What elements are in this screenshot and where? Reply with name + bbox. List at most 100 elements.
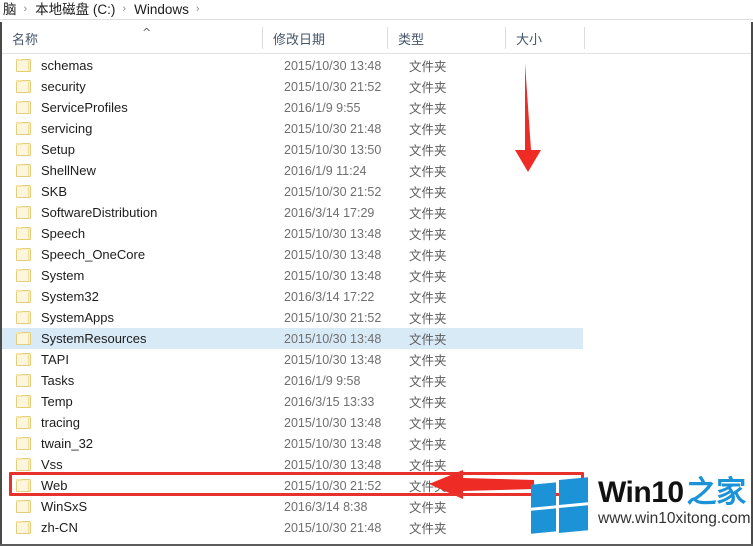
folder-icon <box>16 479 31 492</box>
table-row[interactable]: System 2015/10/30 13:48 文件夹 <box>2 265 583 286</box>
column-header-name[interactable]: 名称 <box>2 22 262 54</box>
file-name-cell[interactable]: tracing <box>41 415 275 430</box>
folder-icon <box>16 80 31 93</box>
file-name-cell[interactable]: Tasks <box>41 373 275 388</box>
table-row[interactable]: security 2015/10/30 21:52 文件夹 <box>2 76 583 97</box>
file-name-cell[interactable]: Vss <box>41 457 275 472</box>
watermark-url: www.win10xitong.com <box>598 510 751 527</box>
file-date-cell: 2015/10/30 21:52 <box>284 79 382 94</box>
windows-logo-icon <box>531 477 588 534</box>
column-header-date-modified[interactable]: 修改日期 <box>263 22 387 54</box>
file-date-cell: 2015/10/30 13:48 <box>284 436 382 451</box>
folder-icon <box>16 143 31 156</box>
breadcrumb-item-windows[interactable]: Windows <box>133 0 190 19</box>
folder-icon <box>16 374 31 387</box>
column-header-row: 名称 ^ 修改日期 类型 大小 <box>2 22 751 54</box>
file-name-cell[interactable]: twain_32 <box>41 436 275 451</box>
column-header-type[interactable]: 类型 <box>388 22 505 54</box>
breadcrumb-item-local-disk-c[interactable]: 本地磁盘 (C:) <box>34 0 116 19</box>
file-name-cell[interactable]: Web <box>41 478 275 493</box>
folder-icon <box>16 248 31 261</box>
file-type-cell: 文件夹 <box>409 186 447 200</box>
file-date-cell: 2015/10/30 13:48 <box>284 247 382 262</box>
file-name-cell[interactable]: security <box>41 79 275 94</box>
file-date-cell: 2016/3/14 17:29 <box>284 205 375 220</box>
folder-icon <box>16 332 31 345</box>
table-row[interactable]: schemas 2015/10/30 13:48 文件夹 <box>2 55 583 76</box>
table-row[interactable]: TAPI 2015/10/30 13:48 文件夹 <box>2 349 583 370</box>
file-date-cell: 2016/3/14 8:38 <box>284 499 368 514</box>
file-type-cell: 文件夹 <box>409 123 447 137</box>
file-type-cell: 文件夹 <box>409 102 447 116</box>
table-row[interactable]: tracing 2015/10/30 13:48 文件夹 <box>2 412 583 433</box>
file-name-cell[interactable]: Temp <box>41 394 275 409</box>
sort-ascending-icon: ^ <box>142 26 152 39</box>
file-name-cell[interactable]: SystemResources <box>41 331 275 346</box>
table-row[interactable]: Vss 2015/10/30 13:48 文件夹 <box>2 454 583 475</box>
breadcrumb[interactable]: 脑 › 本地磁盘 (C:) › Windows › <box>0 0 753 19</box>
breadcrumb-chevron-icon[interactable]: › <box>18 0 35 19</box>
file-name-cell[interactable]: SoftwareDistribution <box>41 205 275 220</box>
file-date-cell: 2015/10/30 21:48 <box>284 520 382 535</box>
file-date-cell: 2015/10/30 13:48 <box>284 457 382 472</box>
watermark-text: Win10 之家 www.win10xitong.com <box>598 476 750 529</box>
folder-icon <box>16 416 31 429</box>
file-name-cell[interactable]: SKB <box>41 184 275 199</box>
file-type-cell: 文件夹 <box>409 312 447 326</box>
file-type-cell: 文件夹 <box>409 438 447 452</box>
table-row[interactable]: WinSxS 2016/3/14 8:38 文件夹 <box>2 496 583 517</box>
table-row[interactable]: Temp 2016/3/15 13:33 文件夹 <box>2 391 583 412</box>
file-type-cell: 文件夹 <box>409 375 447 389</box>
file-list[interactable]: schemas 2015/10/30 13:48 文件夹 security 2015/1… <box>2 55 751 544</box>
file-date-cell: 2016/1/9 9:58 <box>284 373 361 388</box>
file-name-cell[interactable]: zh-CN <box>41 520 275 535</box>
table-row[interactable]: Tasks 2016/1/9 9:58 文件夹 <box>2 370 583 391</box>
table-row[interactable]: zh-CN 2015/10/30 21:48 文件夹 <box>2 517 583 538</box>
file-type-cell: 文件夹 <box>409 459 447 473</box>
folder-icon <box>16 185 31 198</box>
file-type-cell: 文件夹 <box>409 354 447 368</box>
table-row[interactable]: twain_32 2015/10/30 13:48 文件夹 <box>2 433 583 454</box>
file-name-cell[interactable]: servicing <box>41 121 275 136</box>
file-name-cell[interactable]: TAPI <box>41 352 275 367</box>
table-row[interactable]: Speech 2015/10/30 13:48 文件夹 <box>2 223 583 244</box>
column-header-size[interactable]: 大小 <box>506 22 584 54</box>
table-row[interactable]: Setup 2015/10/30 13:50 文件夹 <box>2 139 583 160</box>
table-row[interactable]: SKB 2015/10/30 21:52 文件夹 <box>2 181 583 202</box>
table-row[interactable]: System32 2016/3/14 17:22 文件夹 <box>2 286 583 307</box>
table-row[interactable]: ServiceProfiles 2016/1/9 9:55 文件夹 <box>2 97 583 118</box>
file-type-cell: 文件夹 <box>409 480 447 494</box>
table-row[interactable]: SystemResources 2015/10/30 13:48 文件夹 <box>2 328 583 349</box>
table-row[interactable]: Web 2015/10/30 21:52 文件夹 <box>2 475 583 496</box>
table-row[interactable]: Speech_OneCore 2015/10/30 13:48 文件夹 <box>2 244 583 265</box>
file-name-cell[interactable]: Speech <box>41 226 275 241</box>
file-date-cell: 2015/10/30 13:48 <box>284 415 382 430</box>
folder-icon <box>16 500 31 513</box>
file-date-cell: 2016/3/14 17:22 <box>284 289 375 304</box>
file-name-cell[interactable]: schemas <box>41 58 275 73</box>
column-divider[interactable] <box>584 27 585 49</box>
file-name-cell[interactable]: WinSxS <box>41 499 275 514</box>
file-type-cell: 文件夹 <box>409 81 447 95</box>
folder-icon <box>16 395 31 408</box>
table-row[interactable]: SoftwareDistribution 2016/3/14 17:29 文件夹 <box>2 202 583 223</box>
breadcrumb-divider <box>0 19 753 20</box>
file-date-cell: 2016/1/9 9:55 <box>284 100 361 115</box>
table-row[interactable]: ShellNew 2016/1/9 11:24 文件夹 <box>2 160 583 181</box>
breadcrumb-item-this-pc[interactable]: 脑 <box>2 0 18 19</box>
breadcrumb-chevron-icon[interactable]: › <box>116 0 133 19</box>
file-name-cell[interactable]: Setup <box>41 142 275 157</box>
file-name-cell[interactable]: ServiceProfiles <box>41 100 275 115</box>
file-name-cell[interactable]: ShellNew <box>41 163 275 178</box>
table-row[interactable]: SystemApps 2015/10/30 21:52 文件夹 <box>2 307 583 328</box>
file-date-cell: 2015/10/30 13:48 <box>284 352 382 367</box>
table-row[interactable]: servicing 2015/10/30 21:48 文件夹 <box>2 118 583 139</box>
file-date-cell: 2015/10/30 13:48 <box>284 268 382 283</box>
file-name-cell[interactable]: SystemApps <box>41 310 275 325</box>
folder-icon <box>16 101 31 114</box>
file-name-cell[interactable]: System <box>41 268 275 283</box>
file-name-cell[interactable]: System32 <box>41 289 275 304</box>
file-name-cell[interactable]: Speech_OneCore <box>41 247 275 262</box>
breadcrumb-chevron-icon[interactable]: › <box>190 0 207 19</box>
watermark-title-cn: 之家 <box>686 476 747 509</box>
